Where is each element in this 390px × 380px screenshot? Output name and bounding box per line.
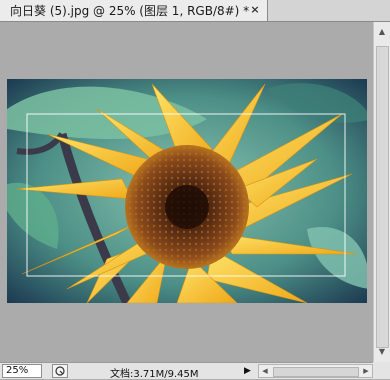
horizontal-scrollbar[interactable]: ◀ ▶ xyxy=(258,364,373,378)
document-tab-bar: 向日葵 (5).jpg @ 25% (图层 1, RGB/8#) * × xyxy=(0,0,390,22)
horizontal-scroll-thumb[interactable] xyxy=(273,367,359,377)
play-arrow-icon[interactable]: ▶ xyxy=(244,364,256,378)
vertical-scrollbar[interactable]: ▲ ▼ xyxy=(373,22,390,362)
scroll-left-icon[interactable]: ◀ xyxy=(259,365,271,377)
info-icon[interactable] xyxy=(52,364,68,378)
scroll-down-icon[interactable]: ▼ xyxy=(374,344,390,360)
vertical-scroll-thumb[interactable] xyxy=(376,46,389,348)
document-size-info: 文档:3.71M/9.45M xyxy=(110,369,199,380)
document-image[interactable] xyxy=(7,79,367,303)
status-bar: 25% 文档:3.71M/9.45M ▶ ◀ ▶ xyxy=(0,362,390,380)
document-tab[interactable]: 向日葵 (5).jpg @ 25% (图层 1, RGB/8#) * × xyxy=(0,0,268,21)
document-tab-title: 向日葵 (5).jpg @ 25% (图层 1, RGB/8#) * xyxy=(10,4,250,18)
scroll-up-icon[interactable]: ▲ xyxy=(374,24,390,40)
scroll-right-icon[interactable]: ▶ xyxy=(360,365,372,377)
close-icon[interactable]: × xyxy=(249,3,261,16)
sunflower-image xyxy=(7,79,367,303)
zoom-input[interactable]: 25% xyxy=(2,364,42,378)
resize-corner[interactable] xyxy=(373,362,390,379)
